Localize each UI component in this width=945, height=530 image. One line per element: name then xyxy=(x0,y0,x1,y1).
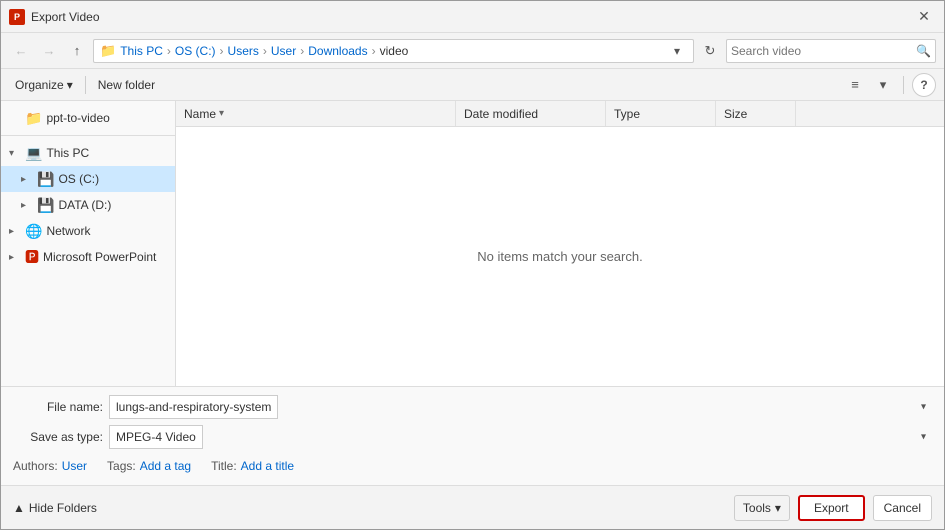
export-button[interactable]: Export xyxy=(798,495,865,521)
close-button[interactable]: ✕ xyxy=(912,5,936,29)
col-header-type[interactable]: Type xyxy=(606,101,716,126)
search-input[interactable] xyxy=(731,44,916,58)
title-bar-left: P Export Video xyxy=(9,9,100,25)
action-right: Tools ▾ Export Cancel xyxy=(734,495,932,521)
tags-label: Tags: xyxy=(107,459,136,473)
breadcrumb-downloads[interactable]: Downloads xyxy=(308,44,367,58)
filename-input[interactable] xyxy=(109,395,278,419)
filename-dropdown-icon[interactable]: ▾ xyxy=(921,402,926,413)
sidebar-item-ms-powerpoint[interactable]: ▸ 🅿 Microsoft PowerPoint xyxy=(1,244,175,270)
title-value[interactable]: Add a title xyxy=(241,459,294,473)
file-area: Name ▾ Date modified Type Size No items … xyxy=(176,101,944,386)
view-button[interactable]: ≡ xyxy=(843,73,867,97)
search-icon[interactable]: 🔍 xyxy=(916,44,931,58)
powerpoint-icon: 🅿 xyxy=(25,247,39,267)
network-icon: 🌐 xyxy=(25,223,42,240)
toolbar: Organize ▾ New folder ≡ ▾ ? xyxy=(1,69,944,101)
breadcrumb-os-c[interactable]: OS (C:) xyxy=(175,44,216,58)
breadcrumb-this-pc[interactable]: This PC xyxy=(120,44,163,58)
file-list-header: Name ▾ Date modified Type Size xyxy=(176,101,944,127)
toolbar-right: ≡ ▾ ? xyxy=(843,73,936,97)
drive-icon: 💾 xyxy=(37,197,54,214)
help-button[interactable]: ? xyxy=(912,73,936,97)
authors-value[interactable]: User xyxy=(62,459,87,473)
sort-icon: ▾ xyxy=(219,108,224,119)
new-folder-button[interactable]: New folder xyxy=(92,73,161,97)
sidebar-item-ppt-to-video[interactable]: 📁 ppt-to-video xyxy=(1,105,175,131)
cancel-button[interactable]: Cancel xyxy=(873,495,932,521)
file-list-body: No items match your search. xyxy=(176,127,944,386)
sidebar-item-network[interactable]: ▸ 🌐 Network xyxy=(1,218,175,244)
sidebar-item-label: Network xyxy=(46,224,167,238)
folder-icon: 📁 xyxy=(100,43,116,59)
chevron-icon: ▸ xyxy=(21,200,33,211)
navigation-bar: ← → ↑ 📁 This PC › OS (C:) › Users › User… xyxy=(1,33,944,69)
tools-dropdown-icon: ▾ xyxy=(775,501,781,515)
authors-label: Authors: xyxy=(13,459,58,473)
title-label: Title: xyxy=(211,459,237,473)
toolbar-sep-2 xyxy=(903,76,904,94)
drive-icon: 💾 xyxy=(37,171,54,188)
back-button[interactable]: ← xyxy=(9,39,33,63)
sidebar-item-label: Microsoft PowerPoint xyxy=(43,250,167,264)
view-dropdown-button[interactable]: ▾ xyxy=(871,73,895,97)
filename-wrapper: ▾ xyxy=(109,395,932,419)
savetype-select[interactable]: MPEG-4 Video xyxy=(109,425,203,449)
sidebar-item-label: DATA (D:) xyxy=(58,198,167,212)
tags-value[interactable]: Add a tag xyxy=(140,459,191,473)
sidebar-item-label: OS (C:) xyxy=(58,172,167,186)
title-bar: P Export Video ✕ xyxy=(1,1,944,33)
sidebar-divider xyxy=(1,135,175,136)
breadcrumb-current: video xyxy=(380,44,409,58)
sidebar-item-label: ppt-to-video xyxy=(46,111,167,125)
breadcrumb-user[interactable]: User xyxy=(271,44,296,58)
chevron-icon: ▸ xyxy=(9,252,21,263)
col-header-date[interactable]: Date modified xyxy=(456,101,606,126)
sidebar-item-os-c[interactable]: ▸ 💾 OS (C:) xyxy=(1,166,175,192)
breadcrumb-users[interactable]: Users xyxy=(228,44,259,58)
bottom-bar: File name: ▾ Save as type: MPEG-4 Video … xyxy=(1,386,944,485)
powerpoint-icon: P xyxy=(9,9,25,25)
up-button[interactable]: ↑ xyxy=(65,39,89,63)
title-item: Title: Add a title xyxy=(211,459,294,473)
tags-item: Tags: Add a tag xyxy=(107,459,191,473)
authors-item: Authors: User xyxy=(13,459,87,473)
savetype-dropdown-icon: ▾ xyxy=(921,432,926,443)
main-content: 📁 ppt-to-video ▾ 💻 This PC ▸ 💾 OS (C:) ▸… xyxy=(1,101,944,386)
breadcrumb-dropdown-icon[interactable]: ▾ xyxy=(667,41,687,61)
export-video-dialog: P Export Video ✕ ← → ↑ 📁 This PC › OS (C… xyxy=(0,0,945,530)
col-header-size[interactable]: Size xyxy=(716,101,796,126)
forward-button[interactable]: → xyxy=(37,39,61,63)
sidebar-item-this-pc[interactable]: ▾ 💻 This PC xyxy=(1,140,175,166)
this-pc-icon: 💻 xyxy=(25,145,42,162)
meta-row: Authors: User Tags: Add a tag Title: Add… xyxy=(13,455,932,477)
empty-message: No items match your search. xyxy=(477,249,642,264)
sidebar: 📁 ppt-to-video ▾ 💻 This PC ▸ 💾 OS (C:) ▸… xyxy=(1,101,176,386)
toolbar-separator xyxy=(85,76,86,94)
savetype-row: Save as type: MPEG-4 Video ▾ xyxy=(13,425,932,449)
savetype-wrapper: MPEG-4 Video ▾ xyxy=(109,425,932,449)
chevron-icon: ▸ xyxy=(21,174,33,185)
action-bar: ▲ Hide Folders Tools ▾ Export Cancel xyxy=(1,485,944,529)
sidebar-item-data-d[interactable]: ▸ 💾 DATA (D:) xyxy=(1,192,175,218)
savetype-label: Save as type: xyxy=(13,430,103,444)
filename-row: File name: ▾ xyxy=(13,395,932,419)
sidebar-item-label: This PC xyxy=(46,146,167,160)
chevron-up-icon: ▲ xyxy=(13,501,25,515)
refresh-button[interactable]: ↻ xyxy=(698,39,722,63)
search-box: 🔍 xyxy=(726,39,936,63)
breadcrumb-bar: 📁 This PC › OS (C:) › Users › User › Dow… xyxy=(93,39,694,63)
chevron-icon: ▾ xyxy=(9,148,21,159)
folder-icon: 📁 xyxy=(25,110,42,127)
filename-label: File name: xyxy=(13,400,103,414)
hide-folders-button[interactable]: ▲ Hide Folders xyxy=(13,501,97,515)
tools-button[interactable]: Tools ▾ xyxy=(734,495,790,521)
hide-folders-label: Hide Folders xyxy=(29,501,97,515)
dialog-title: Export Video xyxy=(31,10,100,24)
organize-button[interactable]: Organize ▾ xyxy=(9,73,79,97)
chevron-icon: ▸ xyxy=(9,226,21,237)
col-header-name[interactable]: Name ▾ xyxy=(176,101,456,126)
